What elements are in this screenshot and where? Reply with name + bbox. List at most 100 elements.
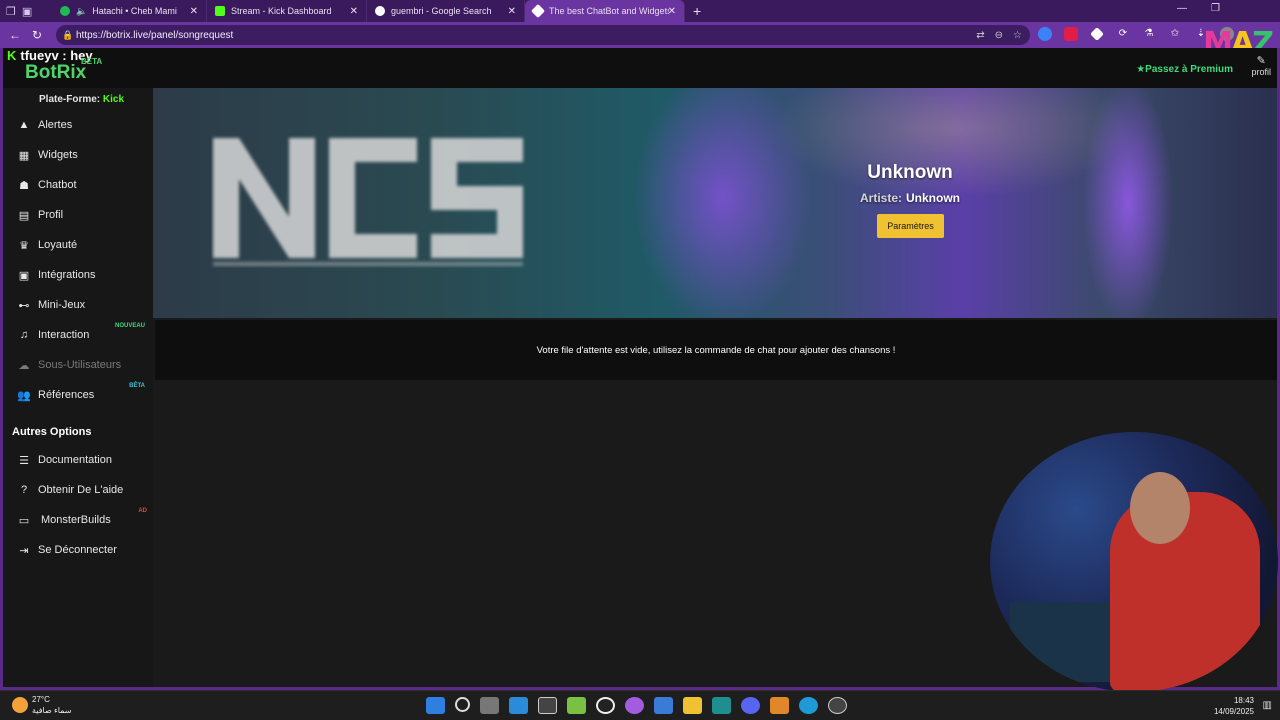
window-controls: — ❐ xyxy=(1177,3,1220,14)
weather-description: سماء صافية xyxy=(32,706,72,715)
sidebar-item-label: Loyauté xyxy=(38,239,78,251)
split-screen-icon[interactable]: ⚗ xyxy=(1142,27,1156,41)
brave-icon[interactable] xyxy=(770,697,789,714)
edge-icon[interactable] xyxy=(799,697,818,714)
queue-panel: Votre file d'attente est vide, utilisez … xyxy=(155,320,1277,380)
app-icon[interactable] xyxy=(654,697,673,714)
windows-start-icon[interactable] xyxy=(426,697,445,714)
sidebar-item-integrations[interactable]: ▣ Intégrations xyxy=(15,265,151,285)
sidebar-item-label: Chatbot xyxy=(38,179,77,191)
new-tab-button[interactable]: + xyxy=(693,3,701,19)
obs-icon[interactable] xyxy=(596,697,615,714)
weather-sun-icon xyxy=(12,697,28,713)
other-options-title: Autres Options xyxy=(12,426,92,438)
tab-2[interactable]: Stream - Kick Dashboard ✕ xyxy=(207,0,367,22)
settings-button[interactable]: Paramètres xyxy=(877,214,944,238)
user-group-icon: 👥 xyxy=(17,389,31,402)
maximize-icon[interactable]: ❐ xyxy=(1211,3,1220,14)
app-icon[interactable] xyxy=(509,697,528,714)
kick-icon xyxy=(215,6,225,16)
sidebar-item-widgets[interactable]: ▦ Widgets xyxy=(15,145,151,165)
steam-icon[interactable] xyxy=(828,697,847,714)
taskbar: 27°C سماء صافية 18:43 14/09/2025 ▥ xyxy=(0,690,1280,720)
sidebar-item-profil[interactable]: ▤ Profil xyxy=(15,205,151,225)
profile-link[interactable]: ✎ profil xyxy=(1251,54,1271,77)
sidebar-item-label: Mini-Jeux xyxy=(38,299,86,311)
search-icon[interactable] xyxy=(455,697,470,712)
stream-title: Ktfueyv : hey xyxy=(7,48,93,63)
collections-icon[interactable]: ✩ xyxy=(1168,27,1182,41)
translate-icon[interactable]: ⇄ xyxy=(976,30,984,41)
sidebar-item-mini-jeux[interactable]: ⊷ Mini-Jeux xyxy=(15,295,151,315)
sidebar-item-alertes[interactable]: ▲ Alertes xyxy=(15,115,151,135)
extensions-puzzle-icon[interactable]: ⟳ xyxy=(1116,27,1130,41)
tab-strip: ❐ ▣ 🔈 Hatachi • Cheb Mami ✕ Stream - Kic… xyxy=(0,0,1280,22)
zoom-icon[interactable]: ⊖ xyxy=(995,30,1003,41)
widgets-icon: ▦ xyxy=(18,149,30,162)
extension-blue-icon[interactable] xyxy=(1038,27,1052,41)
xbox-icon[interactable] xyxy=(538,697,557,714)
artist-label: Artiste: xyxy=(859,191,902,205)
sidebar-item-documentation[interactable]: ☰ Documentation xyxy=(15,450,151,470)
sidebar: Plate-Forme: Kick ▲ Alertes ▦ Widgets ☗ Cha… xyxy=(3,88,153,687)
android-icon[interactable] xyxy=(567,697,586,714)
trophy-icon: ♛ xyxy=(19,239,29,252)
tab-4-active[interactable]: The best ChatBot and Widgets fo ✕ xyxy=(525,0,685,22)
copilot-icon[interactable] xyxy=(625,697,644,714)
sidebar-item-references[interactable]: 👥 Références BÊTA xyxy=(15,383,151,405)
file-explorer-icon[interactable] xyxy=(683,697,702,714)
botrix-logo[interactable]: BotRix xyxy=(25,62,86,84)
back-icon[interactable]: ← xyxy=(4,28,26,42)
sidebar-item-label: Interaction xyxy=(38,329,90,341)
ncs-cover-logo xyxy=(213,138,523,266)
sidebar-item-monsterbuilds[interactable]: ▭ MonsterBuilds AD xyxy=(15,508,151,530)
tab-3[interactable]: guembri - Google Search ✕ xyxy=(367,0,525,22)
task-view-icon[interactable] xyxy=(480,697,499,714)
webcam-head xyxy=(1130,472,1190,544)
close-icon[interactable]: ✕ xyxy=(350,6,358,17)
clock[interactable]: 18:43 14/09/2025 xyxy=(1214,695,1254,717)
speaker-icon[interactable]: 🔈 xyxy=(76,6,87,17)
sidebar-item-aide[interactable]: ? Obtenir De L'aide xyxy=(15,480,151,500)
weather-text-block: 27°C سماء صافية xyxy=(32,694,72,716)
app-icon[interactable] xyxy=(712,697,731,714)
taskbar-apps xyxy=(426,697,847,714)
notification-icon[interactable]: ▥ xyxy=(1263,700,1272,711)
sidebar-item-chatbot[interactable]: ☗ Chatbot xyxy=(15,175,151,195)
minimize-icon[interactable]: — xyxy=(1177,3,1187,14)
workspaces-icon[interactable]: ❐ xyxy=(6,5,16,18)
weather-widget[interactable]: 27°C سماء صافية xyxy=(12,694,72,716)
extension-red-icon[interactable] xyxy=(1064,27,1078,41)
extension-botrix-icon[interactable] xyxy=(1090,27,1104,41)
sidebar-item-logout[interactable]: ⇥ Se Déconnecter xyxy=(15,540,151,560)
pencil-icon: ✎ xyxy=(1256,55,1266,67)
robot-icon: ☗ xyxy=(19,179,29,192)
botrix-icon xyxy=(530,3,546,19)
favorite-star-icon[interactable]: ☆ xyxy=(1013,30,1022,41)
sidebar-item-interaction[interactable]: ♫ Interaction NOUVEAU xyxy=(15,323,151,345)
sidebar-item-label: Intégrations xyxy=(38,269,96,281)
address-bar[interactable]: 🔒 https://botrix.live/panel/songrequest … xyxy=(56,25,1030,45)
profile-label: profil xyxy=(1251,67,1271,77)
tab-3-title: guembri - Google Search xyxy=(391,6,492,16)
lock-icon[interactable]: 🔒 xyxy=(62,30,73,41)
close-icon[interactable]: ✕ xyxy=(508,6,516,17)
integration-icon: ▣ xyxy=(18,269,30,282)
new-badge: NOUVEAU xyxy=(114,323,145,329)
discord-icon[interactable] xyxy=(741,697,760,714)
premium-label: Passez à Premium xyxy=(1145,64,1233,75)
close-icon[interactable]: ✕ xyxy=(190,6,198,17)
beta-tag: BETA xyxy=(81,57,103,66)
premium-link[interactable]: ★Passez à Premium xyxy=(1136,64,1233,75)
logout-icon: ⇥ xyxy=(19,544,29,557)
tab-actions-icon[interactable]: ▣ xyxy=(22,5,32,18)
id-card-icon: ▤ xyxy=(18,209,30,222)
beta-badge: BÊTA xyxy=(129,383,145,389)
refresh-icon[interactable]: ↻ xyxy=(26,28,48,42)
sidebar-item-label: Alertes xyxy=(38,119,73,131)
browser-toolbar: ← ↻ 🔒 https://botrix.live/panel/songrequ… xyxy=(0,22,1280,61)
close-icon[interactable]: ✕ xyxy=(668,6,676,17)
banner-glow xyxy=(1083,88,1173,318)
sidebar-item-loyaute[interactable]: ♛ Loyauté xyxy=(15,235,151,255)
tab-1[interactable]: 🔈 Hatachi • Cheb Mami ✕ xyxy=(52,0,207,22)
